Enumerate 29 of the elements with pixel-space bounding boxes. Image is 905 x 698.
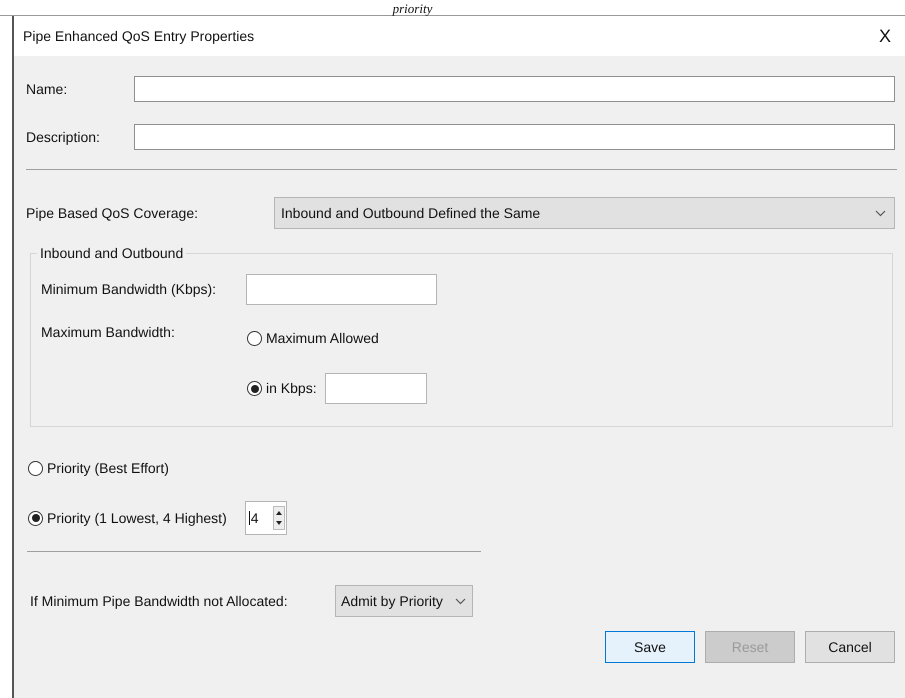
chevron-down-icon — [875, 210, 886, 216]
dialog-button[interactable]: Save — [605, 631, 695, 663]
radio-label[interactable]: in Kbps: — [266, 378, 317, 399]
field-label: If Minimum Pipe Bandwidth not Allocated: — [30, 592, 289, 611]
text-field[interactable] — [324, 373, 427, 404]
radio-button[interactable] — [247, 331, 262, 346]
text-field[interactable] — [246, 274, 437, 305]
field-label: Pipe Based QoS Coverage: — [26, 204, 199, 223]
text-field[interactable] — [134, 76, 895, 102]
close-button[interactable]: X — [874, 27, 895, 45]
radio-label[interactable]: Priority (Best Effort) — [47, 458, 169, 478]
dropdown[interactable]: Inbound and Outbound Defined the Same — [274, 197, 895, 229]
up-down-arrows-icon[interactable] — [272, 506, 285, 530]
radio-button[interactable] — [28, 510, 43, 526]
radio-button[interactable] — [28, 460, 43, 476]
number-spinner[interactable]: 4 — [244, 501, 287, 535]
radio-label[interactable]: Priority (1 Lowest, 4 Highest) — [47, 508, 227, 528]
dropdown[interactable]: Admit by Priority — [335, 585, 473, 617]
window-title: Pipe Enhanced QoS Entry Properties — [23, 26, 254, 46]
chevron-down-icon — [455, 598, 466, 604]
field-label: Minimum Bandwidth (Kbps): — [41, 280, 218, 299]
dialog-button[interactable]: Cancel — [805, 631, 895, 663]
radio-button[interactable] — [247, 381, 262, 396]
field-label: Maximum Bandwidth: — [41, 323, 176, 342]
caption-text: priority — [392, 2, 432, 15]
field-label: Description: — [26, 128, 101, 147]
radio-label[interactable]: Maximum Allowed — [266, 328, 379, 349]
text-field[interactable] — [134, 124, 895, 150]
field-label: Name: — [26, 80, 68, 98]
